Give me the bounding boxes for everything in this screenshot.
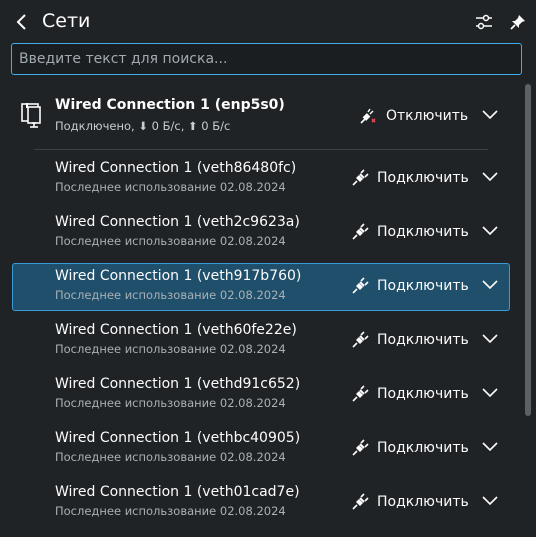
- connection-row[interactable]: Wired Connection 1 (veth01cad7e) Последне…: [12, 479, 510, 527]
- connect-label: Подключить: [377, 494, 469, 510]
- connect-button[interactable]: Подключить: [347, 380, 473, 408]
- chevron-down-icon: [482, 226, 498, 236]
- connect-button[interactable]: Подключить: [347, 488, 473, 516]
- connection-title: Wired Connection 1 (vethbc40905): [55, 430, 301, 446]
- plug-icon: [352, 223, 369, 240]
- connection-list: Wired Connection 1 (enp5s0) Подключено, …: [0, 86, 536, 537]
- expand-button[interactable]: [480, 329, 500, 349]
- connection-row[interactable]: Wired Connection 1 (veth86480fc) Последне…: [12, 155, 510, 203]
- header: Сети: [0, 0, 536, 44]
- connect-label: Подключить: [377, 332, 469, 348]
- connection-row[interactable]: Wired Connection 1 (veth917b760) Последне…: [12, 263, 510, 311]
- expand-button[interactable]: [480, 491, 500, 511]
- chevron-down-icon: [482, 496, 498, 506]
- connection-last-used: Последнее использование 02.08.2024: [55, 396, 286, 410]
- connect-label: Подключить: [377, 170, 469, 186]
- connect-label: Подключить: [377, 224, 469, 240]
- scrollbar[interactable]: [524, 84, 532, 537]
- connect-label: Подключить: [377, 278, 469, 294]
- sliders-icon: [476, 14, 492, 30]
- configure-button[interactable]: [471, 9, 497, 35]
- active-connection-title: Wired Connection 1 (enp5s0): [55, 97, 285, 113]
- desktop-computer-icon: [21, 103, 41, 128]
- connection-row[interactable]: Wired Connection 1 (veth60fe22e) Последне…: [12, 317, 510, 365]
- plug-icon: [352, 385, 369, 402]
- connect-button[interactable]: Подключить: [347, 272, 473, 300]
- search-input[interactable]: [11, 43, 522, 75]
- connect-button[interactable]: Подключить: [347, 434, 473, 462]
- connection-title: Wired Connection 1 (veth60fe22e): [55, 322, 297, 338]
- pin-icon: [510, 15, 525, 30]
- connection-last-used: Последнее использование 02.08.2024: [55, 234, 286, 248]
- active-connection-status: Подключено, ⬇ 0 Б/с, ⬆ 0 Б/с: [55, 119, 231, 133]
- connection-last-used: Последнее использование 02.08.2024: [55, 342, 286, 356]
- expand-button[interactable]: [480, 383, 500, 403]
- connect-button[interactable]: Подключить: [347, 326, 473, 354]
- chevron-down-icon: [482, 172, 498, 182]
- scrollbar-thumb[interactable]: [525, 84, 531, 416]
- divider: [34, 149, 488, 150]
- connection-row[interactable]: Wired Connection 1 (veth2c9623a) Последне…: [12, 209, 510, 257]
- connect-label: Подключить: [377, 386, 469, 402]
- plug-icon: [352, 169, 369, 186]
- connection-last-used: Последнее использование 02.08.2024: [55, 288, 286, 302]
- active-connection[interactable]: Wired Connection 1 (enp5s0) Подключено, …: [12, 92, 510, 146]
- disconnect-button[interactable]: Отключить: [354, 102, 472, 130]
- chevron-left-icon: [16, 14, 26, 30]
- expand-button[interactable]: [480, 167, 500, 187]
- plug-icon: [352, 493, 369, 510]
- connection-row[interactable]: Wired Connection 1 (vethd91c652) Последне…: [12, 371, 510, 419]
- unplug-icon: [360, 108, 376, 124]
- page-title: Сети: [42, 10, 91, 32]
- pin-button[interactable]: [505, 9, 531, 35]
- connect-button[interactable]: Подключить: [347, 164, 473, 192]
- plug-icon: [352, 277, 369, 294]
- connection-last-used: Последнее использование 02.08.2024: [55, 180, 286, 194]
- expand-button[interactable]: [480, 105, 500, 125]
- connection-last-used: Последнее использование 02.08.2024: [55, 450, 286, 464]
- connection-title: Wired Connection 1 (veth01cad7e): [55, 484, 300, 500]
- back-button[interactable]: [8, 8, 36, 36]
- expand-button[interactable]: [480, 221, 500, 241]
- plug-icon: [352, 439, 369, 456]
- chevron-down-icon: [482, 442, 498, 452]
- connect-button[interactable]: Подключить: [347, 218, 473, 246]
- connection-title: Wired Connection 1 (vethd91c652): [55, 376, 301, 392]
- connection-title: Wired Connection 1 (veth917b760): [55, 268, 302, 284]
- connection-title: Wired Connection 1 (veth2c9623a): [55, 214, 300, 230]
- connection-title: Wired Connection 1 (veth86480fc): [55, 160, 297, 176]
- chevron-down-icon: [482, 334, 498, 344]
- chevron-down-icon: [482, 388, 498, 398]
- chevron-down-icon: [482, 110, 498, 120]
- connect-label: Подключить: [377, 440, 469, 456]
- disconnect-label: Отключить: [386, 108, 469, 124]
- plug-icon: [352, 331, 369, 348]
- chevron-down-icon: [482, 280, 498, 290]
- connection-row[interactable]: Wired Connection 1 (vethbc40905) Последне…: [12, 425, 510, 473]
- expand-button[interactable]: [480, 275, 500, 295]
- expand-button[interactable]: [480, 437, 500, 457]
- connection-last-used: Последнее использование 02.08.2024: [55, 504, 286, 518]
